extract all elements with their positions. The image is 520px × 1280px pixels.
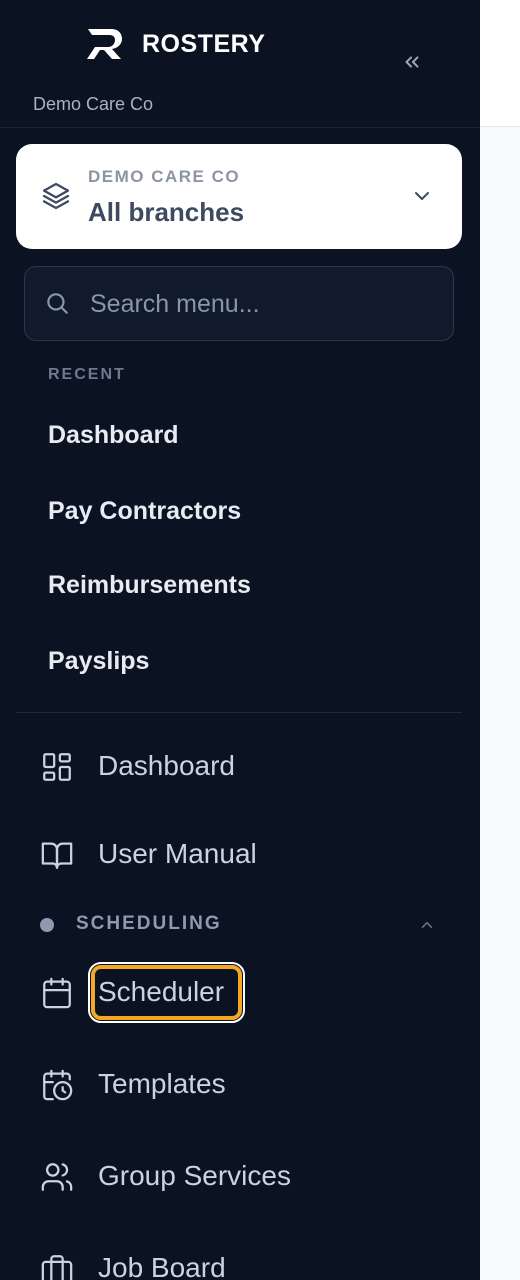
recent-section-title: RECENT — [48, 366, 126, 383]
double-chevron-left-icon — [405, 56, 419, 68]
section-title-scheduling[interactable]: SCHEDULING — [76, 913, 222, 935]
recent-item-dashboard[interactable]: Dashboard — [48, 421, 179, 450]
brand-name: ROSTERY — [142, 29, 266, 58]
chevron-down-icon — [415, 192, 429, 200]
nav-item-group-services[interactable]: Group Services — [98, 1160, 291, 1192]
recent-item-reimbursements[interactable]: Reimbursements — [48, 571, 251, 600]
calendar-clock-icon — [43, 1069, 73, 1101]
chevron-up-icon[interactable] — [418, 916, 436, 934]
briefcase-icon — [41, 1255, 73, 1280]
layers-icon — [42, 182, 70, 210]
rostery-logo-icon — [87, 29, 122, 59]
search-icon — [47, 293, 68, 314]
main-content-area — [480, 0, 520, 1280]
branch-selector-org-label: DEMO CARE CO — [88, 167, 241, 186]
book-open-icon — [41, 842, 73, 869]
branch-selector-value: All branches — [88, 197, 245, 227]
menu-divider — [16, 712, 462, 713]
nav-item-templates[interactable]: Templates — [98, 1068, 226, 1100]
header-divider — [0, 127, 480, 128]
recent-item-pay-contractors[interactable]: Pay Contractors — [48, 497, 241, 526]
main-header-bar — [480, 0, 520, 127]
search-input[interactable] — [90, 286, 430, 322]
nav-item-scheduler[interactable]: Scheduler — [98, 976, 224, 1008]
organization-name: Demo Care Co — [33, 94, 154, 114]
recent-item-payslips[interactable]: Payslips — [48, 647, 149, 676]
nav-item-job-board[interactable]: Job Board — [98, 1252, 226, 1280]
grid-icon — [43, 753, 71, 781]
users-icon — [41, 1163, 73, 1191]
collapse-sidebar-button[interactable] — [398, 48, 426, 76]
nav-item-dashboard[interactable]: Dashboard — [98, 750, 235, 782]
nav-item-user-manual[interactable]: User Manual — [98, 838, 257, 870]
sidebar: ROSTERY Demo Care Co DEMO CARE CO All br… — [0, 0, 480, 1280]
brand-logo[interactable]: ROSTERY — [86, 26, 265, 62]
section-indicator-dot — [40, 918, 54, 932]
calendar-icon — [43, 977, 71, 1009]
